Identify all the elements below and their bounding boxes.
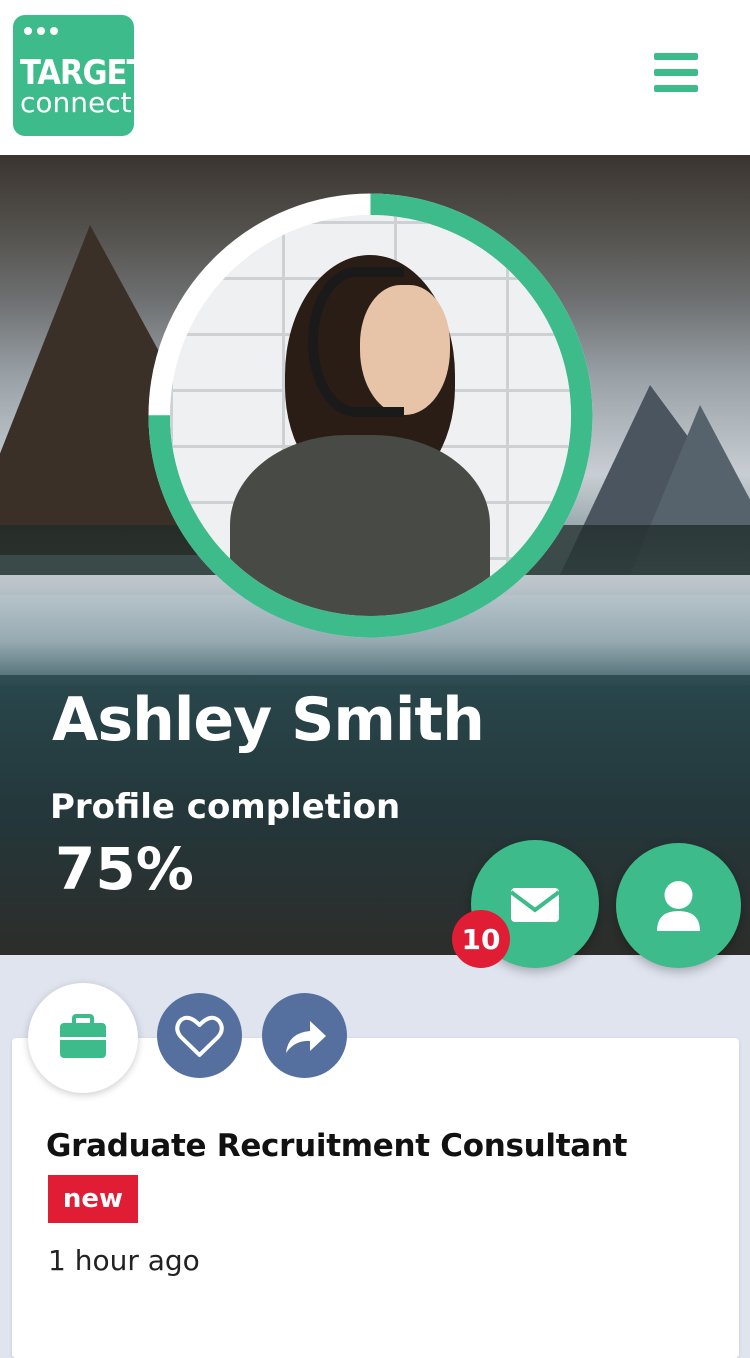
logo-text-connect: connect: [20, 86, 132, 119]
messages-count-badge: 10: [452, 910, 510, 968]
heart-icon: [175, 1015, 224, 1057]
user-icon: [657, 881, 700, 931]
profile-button[interactable]: [616, 843, 741, 968]
profile-completion-value: 75%: [55, 835, 194, 903]
new-badge: new: [48, 1175, 138, 1223]
job-title[interactable]: Graduate Recruitment Consultant: [46, 1128, 627, 1164]
app-header: TARGET connect: [0, 0, 750, 155]
profile-name: Ashley Smith: [52, 685, 485, 755]
share-button[interactable]: [262, 993, 347, 1078]
profile-completion-label: Profile completion: [50, 787, 401, 827]
job-type-button[interactable]: [28, 983, 138, 1093]
target-connect-logo[interactable]: TARGET connect: [13, 15, 147, 136]
profile-photo[interactable]: [170, 215, 571, 616]
favourite-button[interactable]: [157, 993, 242, 1078]
headphones: [308, 267, 404, 417]
profile-hero: Ashley Smith Profile completion 75%: [0, 155, 750, 955]
posted-time: 1 hour ago: [48, 1244, 200, 1277]
briefcase-icon: [60, 1014, 106, 1058]
share-icon: [286, 1021, 326, 1053]
hamburger-icon[interactable]: [654, 53, 702, 95]
logo-dots: [24, 27, 58, 35]
